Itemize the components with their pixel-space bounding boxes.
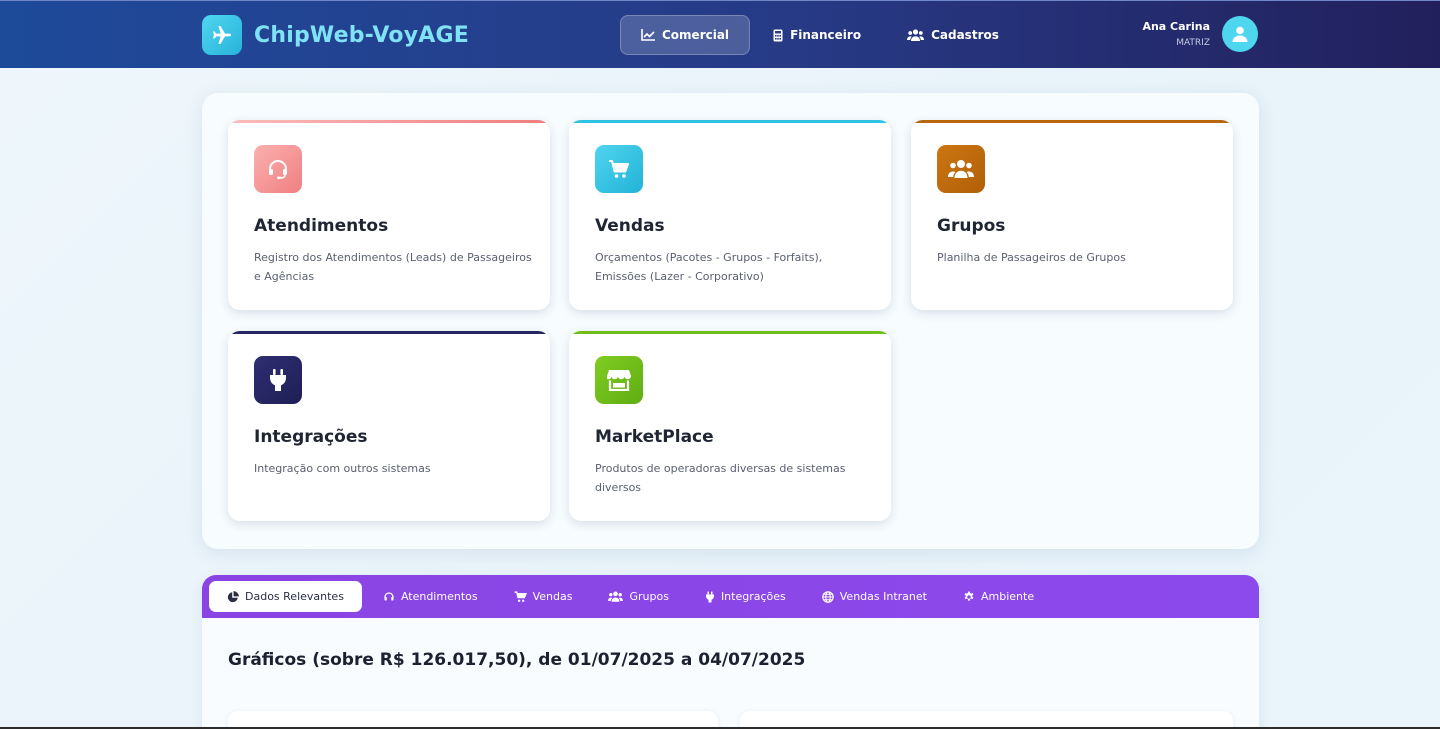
card-accent-bar (228, 331, 550, 334)
tab-grupos[interactable]: Grupos (593, 581, 683, 612)
card-title: Grupos (937, 216, 1006, 236)
card-title: Integrações (254, 427, 368, 447)
nav-comercial[interactable]: Comercial (620, 15, 751, 55)
module-card-grupos[interactable]: Grupos Planilha de Passageiros de Grupos (911, 120, 1233, 310)
card-title: Atendimentos (254, 216, 389, 236)
users-icon (907, 29, 925, 41)
tab-label: Dados Relevantes (245, 590, 344, 603)
tab-label: Ambiente (980, 590, 1035, 603)
card-accent-bar (569, 331, 891, 334)
brand-name: ChipWeb-VoyAGE (254, 22, 469, 48)
module-card-integracoes[interactable]: Integrações Integração com outros sistem… (228, 331, 550, 521)
plug-icon (705, 591, 714, 602)
cart-icon (514, 590, 527, 602)
dashboard-panel: Dados Relevantes Atendimentos Vendas Gru… (202, 575, 1259, 729)
card-title: Vendas (595, 216, 665, 236)
user-icon (1232, 26, 1248, 42)
headset-icon (384, 591, 394, 600)
tab-vendas[interactable]: Vendas (499, 581, 588, 612)
card-description: Planilha de Passageiros de Grupos (937, 251, 1126, 264)
nav-financeiro-label: Financeiro (790, 28, 862, 42)
card-description: Integração com outros sistemas (254, 462, 431, 475)
nav-cadastros[interactable]: Cadastros (884, 15, 1022, 55)
card-description: Orçamentos (Pacotes - Grupos - Forfaits)… (595, 251, 823, 283)
card-accent-bar (569, 120, 891, 123)
tab-label: Atendimentos (400, 590, 478, 603)
card-description: Registro dos Atendimentos (Leads) de Pas… (254, 251, 532, 283)
airplane-icon (202, 15, 242, 55)
user-role: MATRIZ (1176, 38, 1210, 48)
tab-label: Integrações (720, 590, 786, 603)
cart-icon (595, 145, 643, 193)
tab-dados-relevantes[interactable]: Dados Relevantes (209, 581, 362, 612)
tab-label: Vendas (532, 590, 573, 603)
tab-ambiente[interactable]: Ambiente (948, 581, 1049, 612)
store-icon (595, 356, 643, 404)
card-description: Produtos de operadoras diversas de siste… (595, 462, 846, 494)
user-name: Ana Carina (1142, 20, 1210, 33)
plug-icon (254, 356, 302, 404)
module-card-marketplace[interactable]: MarketPlace Produtos de operadoras diver… (569, 331, 891, 521)
card-accent-bar (228, 120, 550, 123)
chart-line-icon (641, 29, 655, 41)
headset-icon (254, 145, 302, 193)
modules-panel: Atendimentos Registro dos Atendimentos (… (202, 93, 1259, 549)
module-card-vendas[interactable]: Vendas Orçamentos (Pacotes - Grupos - Fo… (569, 120, 891, 310)
pie-chart-icon (227, 590, 239, 602)
gear-icon (964, 591, 974, 601)
main-nav: Comercial Financeiro Cadastros (620, 15, 1022, 55)
dashboard-tabs: Dados Relevantes Atendimentos Vendas Gru… (202, 575, 1259, 618)
users-icon (937, 145, 985, 193)
users-icon (608, 591, 624, 602)
dashboard-title: Gráficos (sobre R$ 126.017,50), de 01/07… (228, 650, 806, 670)
module-card-atendimentos[interactable]: Atendimentos Registro dos Atendimentos (… (228, 120, 550, 310)
tab-label: Vendas Intranet (839, 590, 927, 603)
tab-atendimentos[interactable]: Atendimentos (368, 581, 493, 612)
card-accent-bar (911, 120, 1233, 123)
tab-integracoes[interactable]: Integrações (690, 581, 801, 612)
brand[interactable]: ChipWeb-VoyAGE (202, 15, 469, 55)
top-navigation-bar: ChipWeb-VoyAGE Comercial Financeiro Cada… (0, 0, 1440, 68)
user-menu[interactable]: Ana Carina MATRIZ (1142, 16, 1258, 52)
tab-vendas-intranet[interactable]: Vendas Intranet (807, 581, 942, 612)
nav-financeiro[interactable]: Financeiro (750, 15, 884, 55)
avatar[interactable] (1222, 16, 1258, 52)
nav-comercial-label: Comercial (662, 28, 730, 42)
tab-label: Grupos (629, 590, 669, 603)
card-title: MarketPlace (595, 427, 714, 447)
calculator-icon (773, 29, 783, 41)
nav-cadastros-label: Cadastros (931, 28, 999, 42)
globe-icon (821, 590, 834, 603)
